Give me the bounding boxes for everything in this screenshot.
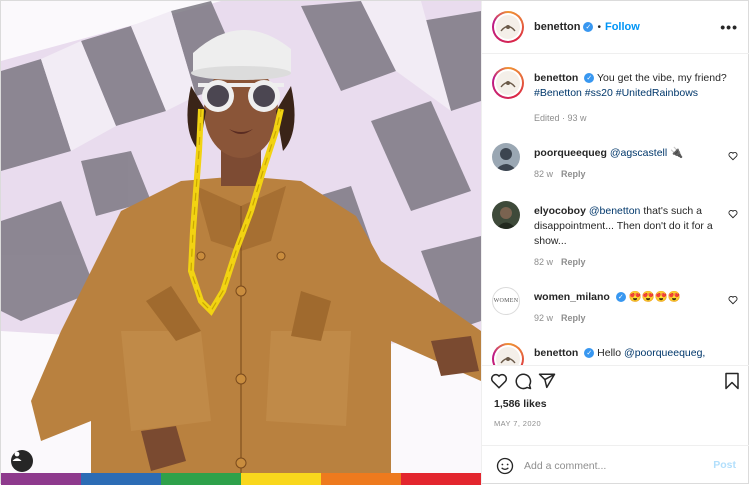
commenter-avatar[interactable] <box>492 201 520 229</box>
caption-text: You get the vibe, my friend? <box>596 72 727 84</box>
benetton-logo-icon <box>500 81 516 88</box>
author-avatar[interactable] <box>492 11 524 43</box>
follow-button[interactable]: Follow <box>605 21 640 33</box>
comment-username[interactable]: women_milano <box>534 291 610 303</box>
comment-meta: 92 w Reply <box>534 311 719 326</box>
commenter-avatar[interactable]: WOMEN <box>492 287 520 315</box>
post-comment-button[interactable]: Post <box>713 459 736 471</box>
likes-count[interactable]: 1,586 likes <box>494 398 547 410</box>
comments-list[interactable]: benetton ✓ You get the vibe, my friend? … <box>482 55 749 365</box>
comment-time: 82 w <box>534 257 554 267</box>
comment-meta: 82 w Reply <box>534 167 719 182</box>
reply-button[interactable]: Reply <box>561 257 586 267</box>
heart-icon[interactable] <box>728 151 738 161</box>
comment-text: 🔌 <box>670 147 684 159</box>
more-icon[interactable]: ••• <box>720 19 738 35</box>
emoji-icon[interactable] <box>496 457 514 475</box>
commenter-avatar[interactable] <box>492 143 520 171</box>
caption-meta: Edited · 93 w <box>534 113 587 123</box>
post-side-panel: benetton ✓ • Follow ••• benetton ✓ You g… <box>481 1 749 485</box>
avatar-image <box>495 148 517 171</box>
verified-icon: ✓ <box>584 348 595 359</box>
fashion-photo <box>1 1 481 485</box>
instagram-post: benetton ✓ • Follow ••• benetton ✓ You g… <box>0 0 749 485</box>
verified-icon: ✓ <box>583 22 594 32</box>
caption: benetton ✓ You get the vibe, my friend? … <box>492 67 742 123</box>
heart-icon[interactable] <box>490 372 508 390</box>
comment-item: benetton ✓ Hello @poorqueequeg, <box>492 343 742 365</box>
share-icon[interactable] <box>538 372 556 390</box>
heart-icon[interactable] <box>728 209 738 219</box>
comment-time: 82 w <box>534 169 554 179</box>
benetton-logo-icon <box>500 357 516 364</box>
verified-icon: ✓ <box>584 73 595 84</box>
user-tag-button[interactable] <box>11 450 33 472</box>
comment-username[interactable]: benetton <box>534 347 578 359</box>
rainbow-stripe <box>1 473 481 485</box>
post-photo[interactable] <box>1 1 481 485</box>
comment-body: benetton ✓ Hello @poorqueequeg, <box>534 346 749 361</box>
verified-icon: ✓ <box>615 292 626 303</box>
comment-body: women_milano ✓ 😍😍😍😍 92 w Reply <box>534 290 719 326</box>
user-tag-icon <box>12 451 22 461</box>
comment-username[interactable]: elyocoboy <box>534 205 586 217</box>
author-username[interactable]: benetton <box>534 21 580 33</box>
comment-text: Hello <box>597 347 622 359</box>
reply-button[interactable]: Reply <box>561 169 586 179</box>
comment-username[interactable]: poorqueequeg <box>534 147 607 159</box>
comment-input[interactable]: Add a comment... <box>524 460 606 472</box>
comment-body: poorqueequeg @agscastell 🔌 82 w Reply <box>534 146 719 182</box>
comment-mention[interactable]: @agscastell <box>610 147 667 159</box>
add-comment-bar: Add a comment... Post <box>482 445 749 485</box>
heart-icon[interactable] <box>728 295 738 305</box>
caption-body: benetton ✓ You get the vibe, my friend? … <box>534 71 744 126</box>
reply-button[interactable]: Reply <box>561 313 586 323</box>
post-date[interactable]: MAY 7, 2020 <box>494 419 541 428</box>
avatar-wordmark: WOMEN <box>493 298 519 304</box>
comment-mention[interactable]: @benetton <box>589 205 641 217</box>
post-header: benetton ✓ • Follow ••• <box>482 1 749 54</box>
comment-body: elyocoboy @benetton that's such a disapp… <box>534 204 719 270</box>
separator-dot: • <box>597 21 601 33</box>
action-bar: 1,586 likes MAY 7, 2020 <box>482 365 749 445</box>
comment-icon[interactable] <box>514 372 532 390</box>
comment-text: 😍😍😍😍 <box>628 291 681 303</box>
comment-meta: 82 w Reply <box>534 255 719 270</box>
benetton-logo-icon <box>500 25 516 32</box>
bookmark-icon[interactable] <box>724 372 740 390</box>
comment-time: 92 w <box>534 313 554 323</box>
caption-hashtags[interactable]: #Benetton #ss20 #UnitedRainbows <box>534 86 744 101</box>
action-icons <box>490 372 556 390</box>
avatar-image <box>496 207 516 229</box>
caption-username[interactable]: benetton <box>534 72 578 84</box>
caption-avatar[interactable] <box>492 67 524 99</box>
commenter-avatar[interactable] <box>492 343 524 365</box>
comment-mention[interactable]: @poorqueequeg, <box>624 347 705 359</box>
